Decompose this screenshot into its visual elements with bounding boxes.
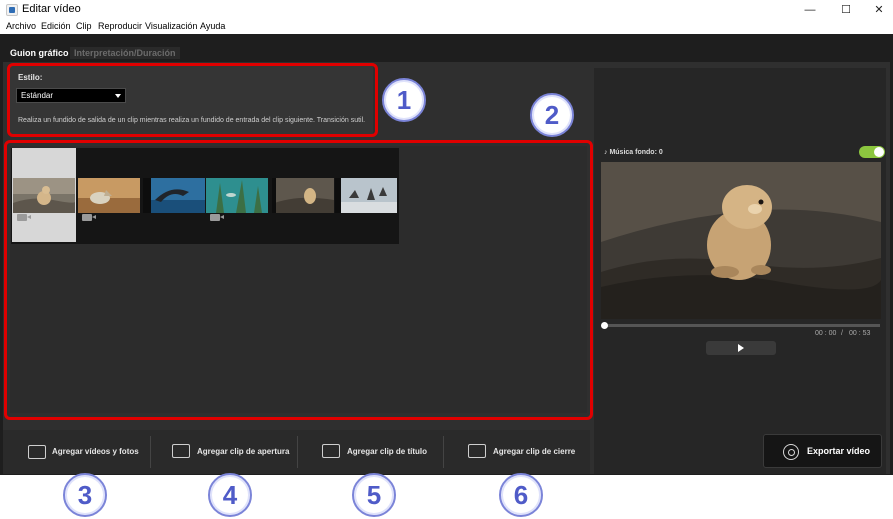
add-closing-clip-button[interactable]: Agregar clip de cierre xyxy=(468,434,583,470)
close-icon[interactable]: ✕ xyxy=(862,0,893,20)
title-bar xyxy=(0,0,893,20)
minimize-icon[interactable]: — xyxy=(793,0,827,20)
menu-ayuda[interactable]: Ayuda xyxy=(200,21,225,31)
menu-visualizacion[interactable]: Visualización xyxy=(145,21,197,31)
time-separator: / xyxy=(841,330,843,337)
tab-storyboard[interactable]: Guion gráfico xyxy=(6,47,73,59)
playback-progress-handle[interactable] xyxy=(601,322,608,329)
music-toggle[interactable] xyxy=(859,146,885,158)
toolbar-divider xyxy=(297,436,298,468)
add-title-clip-label: Agregar clip de título xyxy=(347,447,428,456)
menu-reproducir[interactable]: Reproducir xyxy=(98,21,142,31)
toggle-knob xyxy=(874,147,884,157)
title-clip-icon xyxy=(468,444,486,458)
add-videos-photos-label: Agregar vídeos y fotos xyxy=(52,447,139,456)
add-media-icon xyxy=(28,445,46,459)
export-video-label: Exportar vídeo xyxy=(807,446,871,456)
current-time: 00 : 00 xyxy=(815,330,837,337)
app-icon xyxy=(6,4,18,16)
export-video-button[interactable]: Exportar vídeo xyxy=(763,434,882,468)
export-film-icon xyxy=(783,444,799,460)
tab-interpretation-duration[interactable]: Interpretación/Duración xyxy=(70,47,180,59)
maximize-icon[interactable]: ☐ xyxy=(829,0,863,20)
window-title: Editar vídeo xyxy=(22,3,81,15)
playback-progress-bar[interactable] xyxy=(604,324,880,327)
callout-4: 4 xyxy=(208,473,252,517)
title-clip-icon xyxy=(322,444,340,458)
add-closing-clip-label: Agregar clip de cierre xyxy=(493,447,576,456)
add-title-clip-button[interactable]: Agregar clip de título xyxy=(322,434,432,470)
callout-3: 3 xyxy=(63,473,107,517)
add-videos-photos-button[interactable]: Agregar vídeos y fotos xyxy=(26,434,144,470)
highlight-storyboard xyxy=(4,140,593,420)
callout-2: 2 xyxy=(530,93,574,137)
add-opening-clip-label: Agregar clip de apertura xyxy=(197,447,290,456)
callout-6: 6 xyxy=(499,473,543,517)
menu-archivo[interactable]: Archivo xyxy=(6,21,36,31)
play-icon xyxy=(738,344,744,352)
video-preview xyxy=(601,162,881,319)
highlight-style-panel xyxy=(7,63,378,137)
play-button[interactable] xyxy=(706,341,776,355)
total-time: 00 : 53 xyxy=(849,330,871,337)
background-music-label: ♪ Música fondo: 0 xyxy=(604,149,663,156)
add-opening-clip-button[interactable]: Agregar clip de apertura xyxy=(172,434,292,470)
menu-clip[interactable]: Clip xyxy=(76,21,92,31)
prairie-dog-preview-image xyxy=(601,162,881,319)
music-count-label: Música fondo: 0 xyxy=(609,149,663,156)
title-clip-icon xyxy=(172,444,190,458)
toolbar-divider xyxy=(443,436,444,468)
toolbar-divider xyxy=(150,436,151,468)
callout-1: 1 xyxy=(382,78,426,122)
callout-5: 5 xyxy=(352,473,396,517)
menu-edicion[interactable]: Edición xyxy=(41,21,71,31)
